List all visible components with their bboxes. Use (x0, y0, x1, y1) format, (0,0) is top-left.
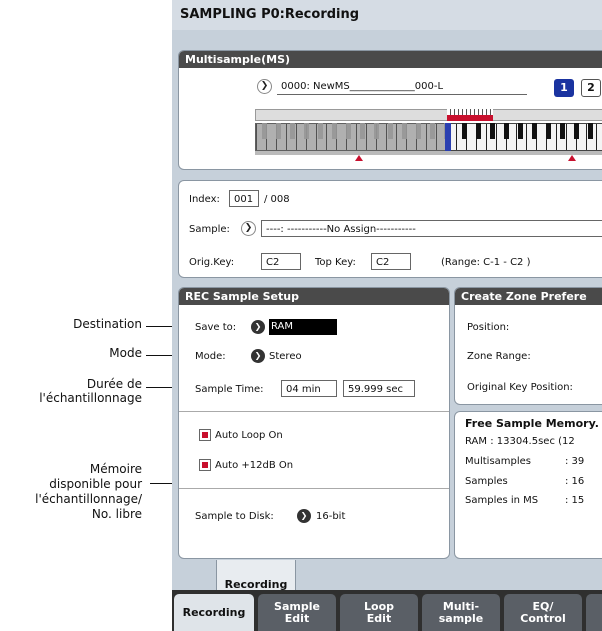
top-key-marker-icon (568, 155, 576, 161)
ms-button-1[interactable]: 1 (554, 79, 574, 97)
zone-bar-marker (447, 115, 493, 121)
mode-arrow[interactable]: ❯ (251, 349, 265, 363)
sample-to-disk-value[interactable]: 16-bit (316, 511, 345, 522)
auto-12db-checkbox[interactable] (199, 459, 211, 471)
position-label: Position: (467, 322, 510, 333)
callout-duree-line1: Durée de (86, 377, 142, 391)
callout-mem-line2: disponible pour (49, 477, 142, 491)
multisample-panel: Multisample(MS) ❯ 0000: NewMS___________… (178, 50, 602, 170)
zone-pref-header: Create Zone Prefere (455, 288, 602, 305)
mode-label: Mode: (195, 351, 226, 362)
callout-mem-line1: Mémoire (89, 462, 142, 476)
sample-to-disk-arrow[interactable]: ❯ (297, 509, 311, 523)
page-title: SAMPLING P0:Recording (172, 0, 602, 30)
samples-in-ms-value: : 15 (565, 495, 585, 506)
sample-time-sec[interactable]: 59.999 sec (343, 380, 415, 397)
selected-key (445, 123, 451, 151)
sample-select-arrow[interactable]: ❯ (241, 221, 256, 236)
rec-setup-panel: REC Sample Setup Save to: ❯ RAM Mode: ❯ … (178, 287, 450, 559)
mode-value[interactable]: Stereo (269, 351, 302, 362)
original-key-marker-icon (355, 155, 363, 161)
keyboard-black-keys-right (455, 123, 602, 139)
sample-field[interactable]: ----: -----------No Assign----------- (261, 220, 602, 237)
save-to-label: Save to: (195, 322, 237, 333)
samples-label: Samples (465, 476, 508, 487)
free-memory-panel: Free Sample Memory. RAM : 13304.5sec (12… (454, 411, 602, 559)
keyboard-range-line (255, 151, 602, 155)
multisample-select-arrow[interactable]: ❯ (257, 79, 272, 94)
tab-more[interactable] (586, 594, 602, 631)
zone-pref-panel: Create Zone Prefere Position: Zone Range… (454, 287, 602, 405)
auto-12db-label: Auto +12dB On (215, 460, 294, 471)
sampling-screen: SAMPLING P0:Recording Multisample(MS) ❯ … (172, 0, 602, 631)
zone-bar (255, 109, 602, 121)
ms-button-2[interactable]: 2 (581, 79, 601, 97)
topkey-field[interactable]: C2 (371, 253, 411, 270)
callout-mem-line4: No. libre (91, 507, 142, 521)
sample-label: Sample: (189, 224, 230, 235)
tab-multisample[interactable]: Multi- sample (422, 594, 500, 631)
save-to-arrow[interactable]: ❯ (251, 320, 265, 334)
callout-mode: Mode (109, 346, 142, 360)
samples-in-ms-label: Samples in MS (465, 495, 539, 506)
ram-value: RAM : 13304.5sec (12 (465, 436, 575, 447)
index-field[interactable]: 001 (229, 190, 259, 207)
sample-time-min[interactable]: 04 min (281, 380, 337, 397)
tab-bar: Recording Sample Edit Loop Edit Multi- s… (172, 590, 602, 631)
tab-sample-edit[interactable]: Sample Edit (258, 594, 336, 631)
divider (179, 411, 449, 412)
multisample-header: Multisample(MS) (179, 51, 602, 68)
rec-setup-header: REC Sample Setup (179, 288, 449, 305)
tab-loop-edit[interactable]: Loop Edit (340, 594, 418, 631)
range-text: (Range: C-1 - C2 ) (441, 257, 531, 268)
index-total: / 008 (264, 194, 290, 205)
callout-memoire: Mémoire disponible pour l'échantillonnag… (35, 462, 142, 522)
callout-duree: Durée de l'échantillonnage (39, 377, 142, 405)
free-memory-header: Free Sample Memory. (465, 417, 599, 430)
tab-recording[interactable]: Recording (174, 594, 254, 631)
multisamples-value: : 39 (565, 456, 585, 467)
sample-to-disk-label: Sample to Disk: (195, 511, 274, 522)
topkey-label: Top Key: (315, 257, 356, 268)
orig-key-pos-label: Original Key Position: (467, 382, 573, 393)
origkey-field[interactable]: C2 (261, 253, 301, 270)
divider (179, 488, 449, 489)
samples-value: : 16 (565, 476, 585, 487)
index-label: Index: (189, 194, 220, 205)
callout-mem-line3: l'échantillonnage/ (35, 492, 142, 506)
keyboard-left-shade (255, 123, 447, 151)
zone-range-label: Zone Range: (467, 351, 531, 362)
auto-loop-label: Auto Loop On (215, 430, 283, 441)
save-to-value[interactable]: RAM (269, 319, 337, 335)
sample-time-label: Sample Time: (195, 384, 264, 395)
callout-duree-line2: l'échantillonnage (39, 391, 142, 405)
auto-loop-checkbox[interactable] (199, 429, 211, 441)
index-panel: Index: 001 / 008 Sample: ❯ ----: -------… (178, 180, 602, 278)
multisample-name-field[interactable]: 0000: NewMS_____________000-L (277, 78, 527, 95)
callout-destination: Destination (73, 317, 142, 331)
tab-eq-control[interactable]: EQ/ Control (504, 594, 582, 631)
multisamples-label: Multisamples (465, 456, 532, 467)
origkey-label: Orig.Key: (189, 257, 235, 268)
